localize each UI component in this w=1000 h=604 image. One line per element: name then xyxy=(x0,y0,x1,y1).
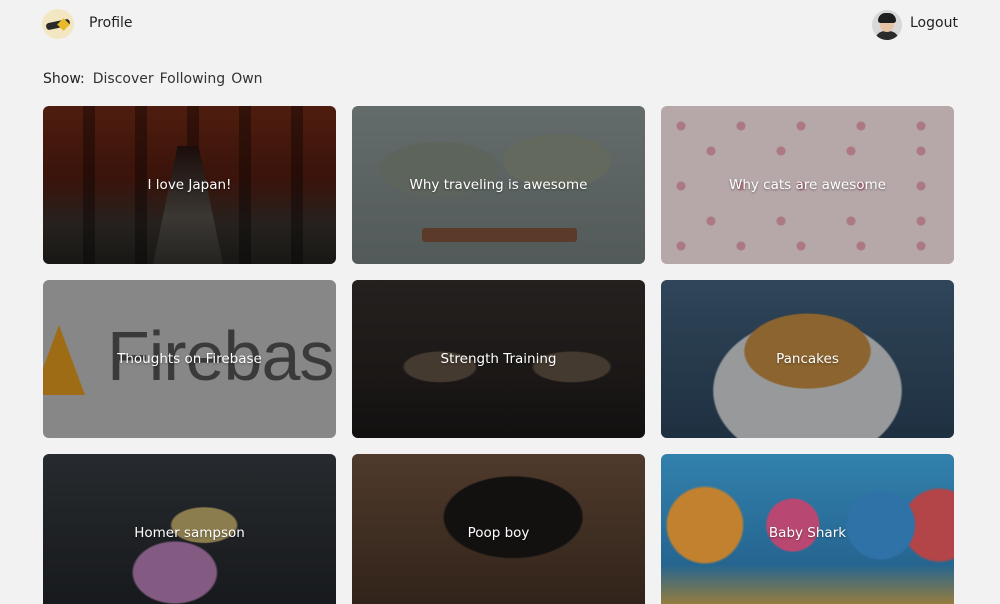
post-card-firebase[interactable]: Firebase Thoughts on Firebase xyxy=(43,280,336,438)
post-card-poop-boy[interactable]: Poop boy xyxy=(352,454,645,604)
post-title: Why traveling is awesome xyxy=(409,177,588,193)
top-bar: Profile Logout xyxy=(0,0,1000,50)
post-card-japan[interactable]: I love Japan! xyxy=(43,106,336,264)
filter-option-own[interactable]: Own xyxy=(231,71,262,87)
feed-filter: Show: Discover Following Own xyxy=(43,71,263,87)
post-title: Pancakes xyxy=(776,351,839,367)
profile-link[interactable]: Profile xyxy=(89,15,133,31)
post-card-strength-training[interactable]: Strength Training xyxy=(352,280,645,438)
app-logo-icon[interactable] xyxy=(42,9,74,39)
post-title: Poop boy xyxy=(467,525,530,541)
user-avatar[interactable] xyxy=(872,10,902,40)
filter-option-following[interactable]: Following xyxy=(160,71,226,87)
post-title: Why cats are awesome xyxy=(729,177,886,193)
post-card-traveling[interactable]: Why traveling is awesome xyxy=(352,106,645,264)
filter-option-discover[interactable]: Discover xyxy=(93,71,154,87)
post-card-pancakes[interactable]: Pancakes xyxy=(661,280,954,438)
post-card-baby-shark[interactable]: Baby Shark xyxy=(661,454,954,604)
filter-label: Show: xyxy=(43,71,85,87)
logout-link[interactable]: Logout xyxy=(910,15,958,31)
avatar-shirt xyxy=(875,31,899,40)
post-card-homer[interactable]: Homer sampson xyxy=(43,454,336,604)
post-title: Homer sampson xyxy=(134,525,245,541)
post-title: Thoughts on Firebase xyxy=(117,351,262,367)
post-card-cats[interactable]: Why cats are awesome xyxy=(661,106,954,264)
avatar-hair xyxy=(878,13,896,23)
post-title: Strength Training xyxy=(440,351,557,367)
post-title: Baby Shark xyxy=(768,525,847,541)
post-title: I love Japan! xyxy=(147,177,232,193)
